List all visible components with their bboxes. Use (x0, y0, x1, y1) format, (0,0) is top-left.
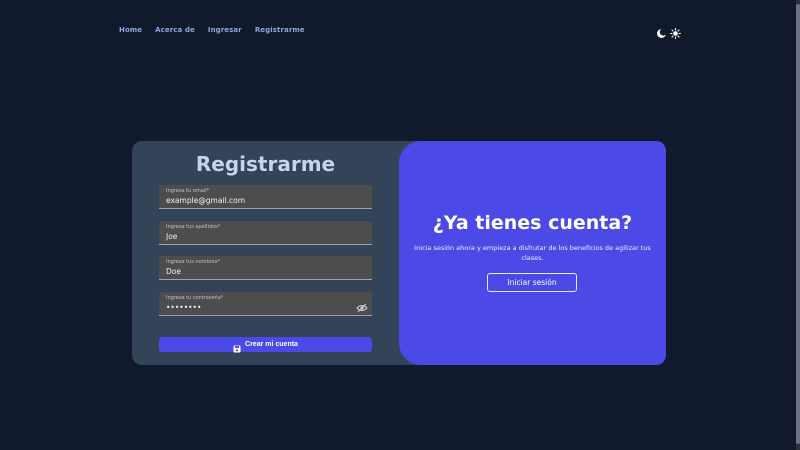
moon-icon[interactable] (656, 24, 667, 38)
nav-about[interactable]: Acerca de (155, 26, 195, 34)
login-panel-title: ¿Ya tienes cuenta? (432, 212, 633, 234)
scrollbar-thumb[interactable] (796, 4, 800, 444)
nav-login[interactable]: Ingresar (208, 26, 242, 34)
firstname-label: Ingresa tus nombres* (166, 259, 220, 265)
lastname-input[interactable] (166, 232, 346, 241)
theme-toggles (656, 24, 681, 39)
email-field[interactable]: Ingresa tu email* (159, 185, 372, 209)
save-icon (233, 341, 241, 352)
eye-off-icon[interactable] (356, 298, 368, 313)
sun-icon[interactable] (670, 24, 681, 39)
email-input[interactable] (166, 196, 346, 205)
password-input[interactable] (166, 303, 346, 312)
nav-home[interactable]: Home (119, 26, 142, 34)
password-field[interactable]: Ingresa tu contraseña* (159, 292, 372, 316)
firstname-field[interactable]: Ingresa tus nombres* (159, 256, 372, 280)
scrollbar[interactable] (796, 0, 800, 450)
password-label: Ingresa tu contraseña* (166, 295, 224, 301)
register-title: Registrarme (195, 152, 336, 176)
lastname-label: Ingresa tus apellidos* (166, 224, 221, 230)
lastname-field[interactable]: Ingresa tus apellidos* (159, 221, 372, 245)
create-account-label: Crear mi cuenta (245, 341, 298, 348)
login-button[interactable]: Iniciar sesión (487, 273, 577, 292)
create-account-button[interactable]: Crear mi cuenta (159, 337, 372, 352)
email-label: Ingresa tu email* (166, 188, 210, 194)
firstname-input[interactable] (166, 267, 346, 276)
nav-register[interactable]: Registrarme (255, 26, 305, 34)
login-panel-text: Inicia sesión ahora y empieza a disfruta… (414, 244, 651, 262)
top-nav: Home Acerca de Ingresar Registrarme (119, 26, 305, 34)
